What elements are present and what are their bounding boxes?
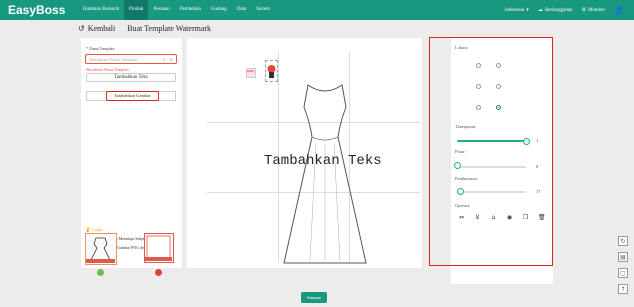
nav-item-data[interactable]: Data bbox=[232, 0, 251, 20]
dress-thumb-bad-icon bbox=[145, 235, 172, 261]
language-label: Indonesia bbox=[504, 7, 525, 13]
chevron-down-icon: ▾ bbox=[526, 8, 529, 13]
window-icon[interactable]: ▢ bbox=[618, 268, 628, 278]
save-button[interactable]: Simpan bbox=[301, 292, 327, 303]
dress-thumb-icon bbox=[86, 237, 115, 263]
tips-title-label: Cepat bbox=[91, 227, 103, 232]
check-icon bbox=[97, 269, 104, 276]
nav-item-pesanan[interactable]: Pesanan bbox=[148, 0, 174, 20]
user-avatar[interactable]: 👤 bbox=[614, 6, 624, 15]
transparency-label: Transparan: bbox=[455, 124, 477, 129]
template-name-input[interactable]: Masukkan Nama Template 0 / 30 bbox=[85, 54, 177, 64]
page-title: Buat Template Watermark bbox=[127, 24, 212, 33]
transparency-value: 1 bbox=[536, 138, 539, 143]
tips-title: 💡 Cepat bbox=[85, 227, 179, 233]
transparency-slider[interactable] bbox=[522, 138, 530, 145]
position-dot-top-right[interactable] bbox=[496, 63, 501, 68]
refresh-icon[interactable]: ↻ bbox=[618, 236, 628, 246]
rotate-track bbox=[457, 166, 526, 168]
template-name-placeholder: Masukkan Nama Template bbox=[89, 57, 138, 62]
add-image-button[interactable]: Tambahkan Gambar bbox=[106, 91, 159, 101]
subscribe-link[interactable]: ☁ Berlanggahan bbox=[537, 7, 573, 14]
main-nav: Halaman Beranda Produk Pesanan Pembelian… bbox=[78, 0, 275, 20]
error-icon bbox=[155, 269, 162, 276]
position-dot-middle-left[interactable] bbox=[476, 84, 481, 89]
template-name-error: Masukkan Nama Template bbox=[86, 67, 129, 72]
operations-label: Operasi: bbox=[455, 203, 471, 208]
position-dot-bottom-left[interactable] bbox=[476, 105, 481, 110]
transparency-fill bbox=[457, 140, 526, 142]
scale-label: Pembesaran: bbox=[455, 176, 478, 181]
lightbulb-icon: 💡 bbox=[85, 227, 91, 232]
nav-item-pembelian[interactable]: Pembelian bbox=[175, 0, 206, 20]
rotate-label: Putar: bbox=[455, 149, 466, 154]
position-grid bbox=[466, 58, 516, 118]
scale-slider[interactable] bbox=[456, 188, 464, 195]
template-name-label: * Nama Template: bbox=[86, 46, 116, 51]
right-nav: Indonesia ▾ ☁ Berlanggahan ⚙ Member 👤 bbox=[505, 0, 624, 20]
member-icon: ⚙ bbox=[581, 8, 587, 13]
copy-icon[interactable]: ❐ bbox=[522, 214, 529, 221]
preview-thumbnail-bad[interactable] bbox=[144, 233, 174, 263]
layer-icon[interactable]: ◉ bbox=[506, 214, 513, 221]
back-arrow-icon: ↺ bbox=[78, 24, 85, 33]
pin-icon[interactable]: ⊻ bbox=[474, 214, 481, 221]
watermark-image-selected[interactable] bbox=[265, 60, 278, 82]
operations-toolbar: ⇔ ⊻ ⌂ ◉ ❐ 🗑 bbox=[458, 214, 546, 221]
trash-icon[interactable]: 🗑 bbox=[538, 214, 546, 221]
user-icon: 👤 bbox=[614, 5, 624, 15]
back-label: Kembali bbox=[87, 24, 116, 33]
location-label: Lokasi: bbox=[455, 45, 469, 50]
side-toolbar: ↻ ▤ ▢ ↑ bbox=[618, 236, 628, 294]
cloud-icon: ☁ bbox=[537, 8, 543, 13]
lock-icon[interactable]: ⌂ bbox=[490, 214, 497, 221]
member-label: Member bbox=[588, 7, 606, 13]
rotate-slider[interactable] bbox=[453, 162, 461, 169]
product-dress-image bbox=[283, 84, 367, 264]
preview-thumbnail-good[interactable] bbox=[85, 233, 117, 265]
nav-item-gudang[interactable]: Gudang bbox=[206, 0, 232, 20]
document-icon[interactable]: ▤ bbox=[618, 252, 628, 262]
nav-item-beranda[interactable]: Halaman Beranda bbox=[78, 0, 124, 20]
scale-value: 17 bbox=[536, 189, 541, 194]
scale-track bbox=[457, 191, 526, 193]
subscribe-label: Berlanggahan bbox=[544, 7, 573, 13]
page-header: ↺ Kembali Buat Template Watermark bbox=[78, 24, 211, 33]
scroll-top-icon[interactable]: ↑ bbox=[618, 284, 628, 294]
nav-item-produk[interactable]: Produk bbox=[123, 0, 149, 20]
add-text-button[interactable]: Tambahkan Teks bbox=[86, 73, 176, 82]
nav-item-sistem[interactable]: Sistem bbox=[251, 0, 275, 20]
position-dot-bottom-right[interactable] bbox=[496, 105, 501, 110]
top-navbar: EasyBoss Halaman Beranda Produk Pesanan … bbox=[0, 0, 634, 20]
char-counter: 0 / 30 bbox=[162, 57, 173, 62]
back-button[interactable]: ↺ Kembali bbox=[78, 24, 115, 33]
watermark-text[interactable]: Tambahkan Teks bbox=[264, 153, 382, 169]
cartoon-figure-icon bbox=[267, 65, 276, 78]
position-dot-top-left[interactable] bbox=[476, 63, 481, 68]
brand-logo[interactable]: EasyBoss bbox=[8, 3, 78, 17]
rotate-value: 0 bbox=[536, 164, 539, 169]
flip-icon[interactable]: ⇔ bbox=[458, 214, 465, 221]
member-link[interactable]: ⚙ Member bbox=[581, 7, 606, 14]
watermark-image-small[interactable]: hobby bbox=[246, 68, 256, 78]
language-select[interactable]: Indonesia ▾ bbox=[504, 7, 529, 14]
position-dot-middle-right[interactable] bbox=[496, 84, 501, 89]
